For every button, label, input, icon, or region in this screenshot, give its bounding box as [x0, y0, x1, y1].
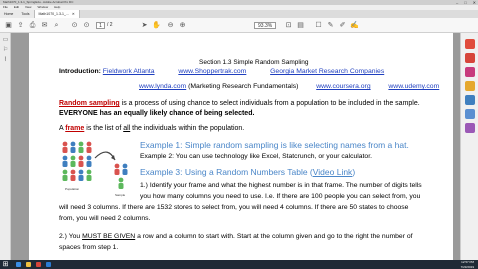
tab-close-icon[interactable]: ✕ — [72, 10, 75, 18]
toolbar: ▣ ⇪ ⎙ ✉ ⌕ ⊙ ⊙ 1 / 2 ➤ ✋ ⊖ ⊕ 93.3% ⊡ ▤ ☐ … — [0, 18, 478, 33]
equal-chance-statement: EVERYONE has an equally likely chance of… — [59, 110, 255, 117]
comment-tool-icon[interactable] — [465, 81, 475, 91]
intro-line-2: www.lynda.com (Marketing Research Fundam… — [139, 83, 439, 90]
bookmarks-icon[interactable]: ⚐ — [2, 47, 9, 54]
frame-mid: is the list of — [84, 125, 124, 132]
create-pdf-icon[interactable] — [465, 53, 475, 63]
page-thumbnails-icon[interactable]: ▭ — [2, 37, 9, 44]
tab-document[interactable]: Math1070_1.3-1_... ✕ — [33, 10, 80, 18]
clock-date: 7/23/2019 — [460, 264, 474, 269]
illustration-population-label: Population — [65, 187, 80, 191]
windows-start-icon[interactable]: ⊞ — [2, 261, 9, 268]
step-2-line-2: spaces from step 1. — [59, 244, 119, 251]
page-up-icon[interactable]: ⊙ — [70, 21, 79, 30]
link-coursera[interactable]: www.coursera.org — [316, 83, 370, 90]
link-lynda[interactable]: www.lynda.com — [139, 83, 186, 90]
attachments-icon[interactable]: ⌇ — [2, 57, 9, 64]
upload-icon[interactable]: ⇪ — [16, 21, 25, 30]
link-udemy[interactable]: www.udemy.com — [388, 83, 439, 90]
os-taskbar: ⊞ 12:57 PM 7/23/2019 — [0, 260, 478, 269]
section-title: Section 1.3 Simple Random Sampling — [199, 59, 309, 66]
tab-tools[interactable]: Tools — [17, 10, 34, 18]
tab-bar: Home Tools Math1070_1.3-1_... ✕ — [0, 10, 478, 18]
acrobat-taskbar-icon[interactable] — [36, 262, 41, 267]
random-sampling-text: is a process of using chance to select i… — [119, 100, 420, 107]
print-icon[interactable]: ⎙ — [28, 21, 37, 30]
comment-icon[interactable]: ☐ — [314, 21, 323, 30]
edge-icon[interactable] — [16, 262, 21, 267]
frame-suffix: the individuals within the population. — [130, 125, 245, 132]
link-georgia-market-research[interactable]: Georgia Market Research Companies — [270, 68, 384, 75]
select-cursor-icon[interactable]: ➤ — [140, 21, 149, 30]
example-3-prefix: Example 3: Using a Random Numbers Table … — [140, 167, 313, 177]
page-navigator: 1 / 2 — [96, 22, 113, 29]
step-2-line-1: 2.) You MUST BE GIVEN a row and a column… — [59, 233, 413, 240]
system-clock[interactable]: 12:57 PM 7/23/2019 — [461, 260, 474, 269]
draw-icon[interactable]: ✐ — [338, 21, 347, 30]
step-1-line-3: will need 3 columns. If there are 1532 s… — [59, 204, 409, 211]
mail-icon[interactable]: ✉ — [40, 21, 49, 30]
page-number-input[interactable]: 1 — [96, 22, 105, 29]
file-explorer-icon[interactable] — [26, 262, 31, 267]
export-pdf-icon[interactable] — [465, 39, 475, 49]
scroll-mode-icon[interactable]: ▤ — [296, 21, 305, 30]
page-total: / 2 — [107, 22, 113, 28]
frame-definition: A frame is the list of all the individua… — [59, 125, 244, 132]
combine-files-icon[interactable] — [465, 95, 475, 105]
step-1-line-2: you how many columns you need to use. I.… — [140, 193, 421, 200]
clock-time: 12:57 PM — [461, 260, 474, 264]
population-sample-illustration: Population Sample — [62, 141, 128, 197]
example-3-heading: Example 3: Using a Random Numbers Table … — [140, 167, 355, 177]
sign-icon[interactable]: ✍ — [350, 21, 359, 30]
edit-pdf-icon[interactable] — [465, 67, 475, 77]
lynda-description: (Marketing Research Fundamentals) — [186, 83, 299, 90]
word-icon[interactable] — [46, 262, 51, 267]
illustration-sample-label: Sample — [115, 193, 126, 197]
tab-home[interactable]: Home — [0, 10, 18, 18]
example-3-suffix: ) — [352, 167, 356, 177]
example-1-heading: Example 1: Simple random sampling is lik… — [140, 140, 409, 150]
pdf-page: Section 1.3 Simple Random Sampling Intro… — [29, 33, 453, 260]
step-1-line-4: from, you will need 2 columns. — [59, 215, 151, 222]
search-icon[interactable]: ⌕ — [52, 21, 61, 30]
intro-label: Introduction — [59, 68, 99, 75]
step-2-must: MUST BE GIVEN — [82, 233, 136, 240]
document-viewport[interactable]: Section 1.3 Simple Random Sampling Intro… — [11, 33, 460, 260]
save-icon[interactable]: ▣ — [4, 21, 13, 30]
link-shoppertrak[interactable]: www.Shoppertrak.com — [178, 68, 246, 75]
highlight-icon[interactable]: ✎ — [326, 21, 335, 30]
fit-page-icon[interactable]: ⊡ — [284, 21, 293, 30]
link-fieldwork-atlanta[interactable]: Fieldwork Atlanta — [103, 68, 155, 75]
right-tools-panel — [460, 33, 478, 260]
intro-line: Introduction: Fieldwork Atlanta www.Shop… — [59, 68, 385, 75]
page-down-icon[interactable]: ⊙ — [82, 21, 91, 30]
random-sampling-term: Random sampling — [59, 100, 120, 107]
zoom-out-icon[interactable]: ⊖ — [166, 21, 175, 30]
step-2-prefix: 2.) You — [59, 233, 83, 240]
hand-tool-icon[interactable]: ✋ — [152, 21, 161, 30]
frame-term: frame — [65, 125, 85, 132]
video-link[interactable]: Video Link — [313, 167, 353, 177]
organize-pages-icon[interactable] — [465, 109, 475, 119]
step-2-rest: a row and a column to start with. Start … — [135, 233, 413, 240]
example-2-text: Example 2: You can use technology like E… — [140, 153, 372, 160]
zoom-in-icon[interactable]: ⊕ — [178, 21, 187, 30]
step-1-line-1: 1.) Identify your frame and what the hig… — [140, 182, 422, 189]
left-navigation-pane: ▭ ⚐ ⌇ — [0, 33, 11, 260]
random-sampling-definition: Random sampling is a process of using ch… — [59, 100, 420, 107]
tab-document-label: Math1070_1.3-1_... — [38, 12, 69, 16]
zoom-level-select[interactable]: 93.3% — [254, 22, 277, 29]
fill-sign-icon[interactable] — [465, 123, 475, 133]
